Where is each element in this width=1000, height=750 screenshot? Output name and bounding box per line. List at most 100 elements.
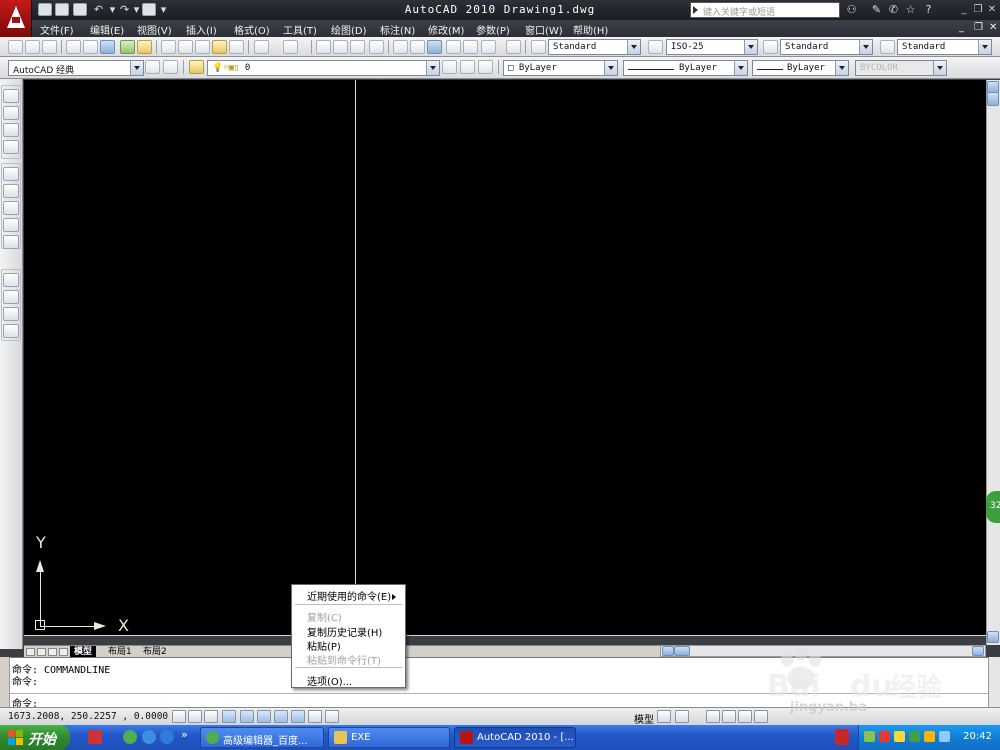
copy-icon[interactable] bbox=[178, 40, 193, 54]
toolbar-undo-icon[interactable] bbox=[254, 40, 269, 54]
quick-properties-icon[interactable] bbox=[325, 710, 339, 723]
single-viewport-icon[interactable] bbox=[3, 123, 19, 137]
polar-tracking-icon[interactable] bbox=[222, 710, 236, 723]
lineweight-select[interactable]: ByLayer bbox=[752, 60, 849, 76]
text-style-icon[interactable] bbox=[531, 40, 546, 54]
scroll-down-icon[interactable] bbox=[987, 631, 999, 643]
toolbar-redo-icon[interactable] bbox=[283, 40, 298, 54]
object-snap-tracking-icon[interactable] bbox=[274, 710, 288, 723]
snap-mode-icon[interactable] bbox=[172, 710, 186, 723]
quickcalc-icon[interactable] bbox=[481, 40, 496, 54]
tab-next-icon[interactable] bbox=[48, 648, 57, 656]
layer-change-icon[interactable] bbox=[3, 218, 19, 232]
menu-file[interactable]: 文件(F) bbox=[40, 22, 74, 37]
menu-dimension[interactable]: 标注(N) bbox=[380, 22, 415, 37]
tray-app-icon[interactable] bbox=[939, 731, 950, 742]
toolbar-help-icon[interactable] bbox=[506, 40, 521, 54]
match-properties-icon[interactable] bbox=[212, 40, 227, 54]
menu-tools[interactable]: 工具(T) bbox=[283, 22, 317, 37]
zoom-realtime-icon[interactable] bbox=[333, 40, 348, 54]
command-scrollbar[interactable] bbox=[988, 657, 1000, 707]
zoom-previous-icon[interactable] bbox=[369, 40, 384, 54]
workspace-settings-icon[interactable] bbox=[145, 60, 160, 74]
quicklaunch-browser-icon[interactable] bbox=[123, 730, 137, 744]
quicklaunch-media-icon[interactable] bbox=[142, 730, 156, 744]
undo-icon[interactable]: ↶ bbox=[92, 3, 105, 16]
layer-unisolate-icon[interactable] bbox=[3, 184, 19, 198]
layer-lock-icon[interactable] bbox=[3, 307, 19, 321]
layer-copy-icon[interactable] bbox=[3, 235, 19, 249]
plot-preview-icon[interactable] bbox=[83, 40, 98, 54]
command-window-grip[interactable] bbox=[0, 657, 10, 707]
text-style-select[interactable]: Standard bbox=[548, 39, 641, 55]
doc-restore-icon[interactable]: ❐ bbox=[974, 22, 983, 33]
plot-icon[interactable] bbox=[142, 3, 156, 16]
restore-icon[interactable]: ❐ bbox=[972, 4, 984, 16]
context-menu-options[interactable]: 选项(O)... bbox=[307, 673, 352, 688]
scroll-thumb[interactable] bbox=[987, 92, 999, 106]
ortho-mode-icon[interactable] bbox=[204, 710, 218, 723]
subscription-icon[interactable]: ✎ bbox=[870, 3, 883, 16]
save-icon[interactable] bbox=[73, 3, 87, 16]
doc-close-icon[interactable]: ✕ bbox=[989, 22, 997, 33]
qnew-icon[interactable] bbox=[8, 40, 23, 54]
publish-icon[interactable] bbox=[100, 40, 115, 54]
notification-badge[interactable]: 32 bbox=[986, 491, 1000, 523]
menu-window[interactable]: 窗口(W) bbox=[525, 22, 563, 37]
tool-palettes-icon[interactable] bbox=[427, 40, 442, 54]
tray-signal-icon[interactable] bbox=[924, 731, 935, 742]
menu-edit[interactable]: 编辑(E) bbox=[90, 22, 124, 37]
quick-access-dropdown-icon[interactable]: ▾ bbox=[157, 3, 170, 16]
menu-parametric[interactable]: 参数(P) bbox=[476, 22, 510, 37]
dynamic-ucs-icon[interactable] bbox=[291, 710, 305, 723]
binoculars-icon[interactable]: ⚇ bbox=[845, 3, 858, 16]
layer-state-icon[interactable] bbox=[478, 60, 493, 74]
zoom-window-icon[interactable] bbox=[350, 40, 365, 54]
taskbar-autocad[interactable]: AutoCAD 2010 - [... bbox=[454, 727, 576, 748]
layer-freeze-icon[interactable] bbox=[3, 290, 19, 304]
tray-volume-icon[interactable] bbox=[894, 731, 905, 742]
menu-help[interactable]: 帮助(H) bbox=[573, 22, 608, 37]
quicklaunch-ie-icon[interactable] bbox=[160, 730, 174, 744]
hscroll-thumb[interactable] bbox=[674, 646, 690, 656]
context-menu-recent-commands[interactable]: 近期使用的命令(E) bbox=[307, 588, 402, 603]
print-icon[interactable] bbox=[66, 40, 81, 54]
search-input[interactable]: 键入关键字或短语 bbox=[690, 2, 840, 18]
dim-style-select[interactable]: ISO-25 bbox=[666, 39, 758, 55]
steering-wheel-icon[interactable] bbox=[738, 710, 752, 723]
menu-view[interactable]: 视图(V) bbox=[137, 22, 172, 37]
design-center-icon[interactable] bbox=[410, 40, 425, 54]
status-zoom-icon[interactable] bbox=[722, 710, 736, 723]
color-select[interactable]: □ ByLayer bbox=[503, 60, 618, 76]
grid-display-icon[interactable] bbox=[188, 710, 202, 723]
block-editor-icon[interactable] bbox=[229, 40, 244, 54]
drawing-canvas[interactable] bbox=[24, 80, 986, 636]
clock[interactable]: 20:42 bbox=[963, 731, 992, 742]
status-pan-icon[interactable] bbox=[706, 710, 720, 723]
tab-first-icon[interactable] bbox=[26, 648, 35, 656]
3d-dwf-icon[interactable] bbox=[120, 40, 135, 54]
mleader-style-select[interactable]: Standard bbox=[897, 39, 992, 55]
paste-icon[interactable] bbox=[195, 40, 210, 54]
etransmit-icon[interactable] bbox=[137, 40, 152, 54]
named-view-icon[interactable] bbox=[3, 89, 19, 103]
menu-format[interactable]: 格式(O) bbox=[234, 22, 270, 37]
layer-select[interactable]: 💡☼▣▯ 0 bbox=[207, 60, 440, 76]
menu-insert[interactable]: 插入(I) bbox=[186, 22, 217, 37]
layer-off-icon[interactable] bbox=[3, 273, 19, 287]
viewport-clip-icon[interactable] bbox=[3, 140, 19, 154]
doc-minimize-icon[interactable]: _ bbox=[959, 22, 964, 33]
tab-last-icon[interactable] bbox=[59, 648, 68, 656]
start-button[interactable]: 开始 bbox=[0, 725, 70, 750]
coordinate-display[interactable]: 1673.2008, 250.2257 , 0.0000 bbox=[8, 711, 168, 722]
tray-network-icon[interactable] bbox=[864, 731, 875, 742]
open-file-icon[interactable] bbox=[25, 40, 40, 54]
menu-draw[interactable]: 绘图(D) bbox=[331, 22, 367, 37]
dynamic-input-icon[interactable] bbox=[308, 710, 322, 723]
context-menu-paste[interactable]: 粘贴(P) bbox=[307, 638, 341, 653]
cut-icon[interactable] bbox=[161, 40, 176, 54]
sogou-input-icon[interactable] bbox=[835, 729, 849, 745]
scroll-right-icon[interactable] bbox=[972, 646, 984, 656]
favorites-icon[interactable]: ☆ bbox=[904, 3, 917, 16]
markup-icon[interactable] bbox=[463, 40, 478, 54]
